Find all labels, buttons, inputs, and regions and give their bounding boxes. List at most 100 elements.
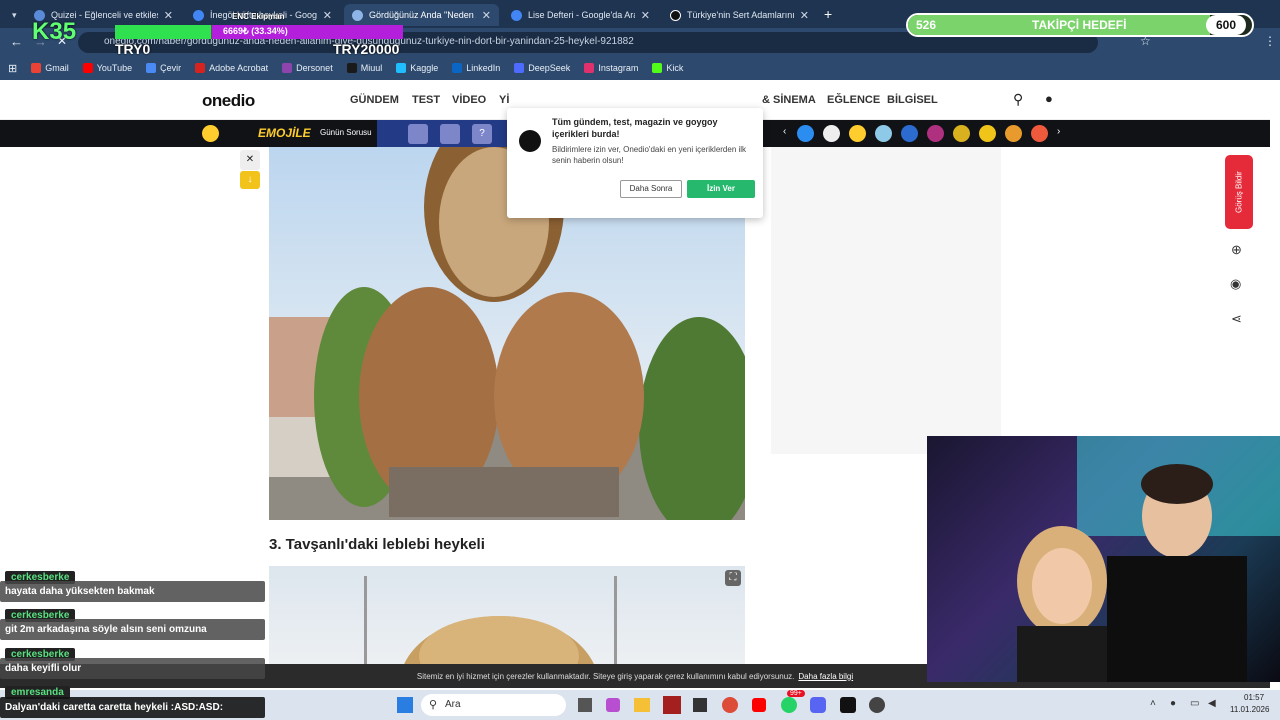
youtube-icon[interactable] — [752, 698, 766, 712]
bookmark-label: Instagram — [598, 63, 639, 73]
tab-title: Gördüğünüz Anda "Neden Allah — [369, 10, 476, 20]
nav-item[interactable]: & SİNEMA — [762, 94, 816, 106]
site-favicon-icon — [352, 9, 363, 21]
back-arrow-icon[interactable]: ← — [10, 34, 23, 49]
site-logo[interactable]: onedio — [202, 91, 255, 111]
new-tab-button[interactable]: + — [824, 6, 832, 22]
bookmark[interactable]: LinkedIn — [452, 63, 500, 73]
comments-icon[interactable]: ◉ — [1230, 276, 1241, 292]
chevron-up-icon[interactable]: ˄ — [1150, 698, 1156, 709]
volume-icon[interactable]: ◀ — [1208, 698, 1216, 709]
user-icon[interactable]: ● — [1045, 91, 1053, 106]
browser-tab[interactable]: Lise Defteri - Google'da Ara ✕ — [503, 4, 658, 26]
capcut-icon[interactable] — [840, 697, 856, 713]
chrome-icon[interactable] — [722, 697, 738, 713]
donation-max: TRY20000 — [333, 41, 400, 57]
search-icon[interactable]: ⚲ — [1013, 91, 1023, 108]
story-circle-icon[interactable] — [823, 125, 840, 142]
clock-date[interactable]: 11.01.2026 — [1230, 705, 1269, 714]
feedback-button[interactable]: Görüş Bildir — [1225, 155, 1253, 229]
settings-icon[interactable] — [869, 697, 885, 713]
bookmark[interactable]: Kick — [652, 63, 683, 73]
bookmark[interactable]: Adobe Acrobat — [195, 63, 268, 73]
chat-message: Dalyan'daki caretta caretta heykeli :ASD… — [0, 697, 265, 718]
story-circle-icon[interactable] — [797, 125, 814, 142]
story-circle-icon[interactable] — [953, 125, 970, 142]
bookmark[interactable]: Instagram — [584, 63, 638, 73]
apps-grid-icon[interactable]: ⊞ — [8, 62, 17, 75]
browser-tab-active[interactable]: Gördüğünüz Anda "Neden Allah ✕ — [344, 4, 499, 26]
popup-title: Tüm gündem, test, magazin ve goygoy içer… — [552, 117, 718, 139]
cookie-text: Sitemiz en iyi hizmet için çerezler kull… — [416, 671, 795, 681]
bookmark[interactable]: Çevir — [146, 63, 181, 73]
story-circle-icon[interactable] — [979, 125, 996, 142]
nav-item[interactable]: Yİ — [499, 94, 509, 106]
notification-popup: Tüm gündem, test, magazin ve goygoy içer… — [507, 108, 763, 218]
tab-title: Lise Defteri - Google'da Ara — [528, 10, 635, 20]
story-circle-icon[interactable] — [927, 125, 944, 142]
copilot-icon[interactable] — [606, 698, 620, 712]
onedio-logo-icon — [519, 130, 541, 152]
story-circle-icon[interactable] — [875, 125, 892, 142]
store-icon[interactable] — [693, 698, 707, 712]
cookie-more-link[interactable]: Daha fazla bilgi — [798, 672, 853, 681]
share-icon[interactable]: ⋖ — [1231, 311, 1242, 327]
close-tab-icon[interactable]: ✕ — [641, 9, 650, 22]
browser-tab[interactable]: Türkiye'nin Sert Adamlarının Çı ✕ — [662, 4, 817, 26]
task-view-icon[interactable] — [578, 698, 592, 712]
bookmark-add-icon[interactable]: ⊕ — [1231, 242, 1242, 258]
kick-icon — [652, 63, 663, 73]
download-icon[interactable]: ↓ — [240, 171, 260, 189]
whatsapp-icon[interactable] — [781, 697, 797, 713]
translate-icon — [146, 63, 157, 73]
file-explorer-icon[interactable] — [634, 698, 650, 712]
bookmark-label: Çevir — [160, 63, 182, 73]
follower-goal-bar: 526 TAKİPÇİ HEDEFİ 600 — [906, 13, 1254, 37]
taskbar-search[interactable]: ⚲ Ara — [421, 694, 566, 716]
donation-progress-fill — [115, 25, 212, 39]
bookmark[interactable]: Miuul — [346, 63, 382, 73]
later-button[interactable]: Daha Sonra — [620, 180, 682, 198]
ad-placeholder — [771, 147, 1001, 454]
emoji-icon[interactable] — [202, 125, 219, 142]
story-circle-icon[interactable] — [1031, 125, 1048, 142]
daily-question-link[interactable]: Günün Sorusu — [320, 128, 372, 137]
story-circle-icon[interactable] — [901, 125, 918, 142]
nav-item[interactable]: EĞLENCE — [827, 94, 880, 106]
nav-item[interactable]: VİDEO — [452, 94, 486, 106]
allow-button[interactable]: İzin Ver — [687, 180, 755, 198]
menu-icon[interactable]: ⋮ — [1264, 34, 1276, 48]
bookmark[interactable]: Gmail — [31, 63, 69, 73]
bookmark-label: YouTube — [96, 63, 133, 73]
clock-time[interactable]: 01:57 — [1244, 693, 1264, 702]
discord-icon[interactable] — [810, 697, 826, 713]
nav-item[interactable]: BİLGİSEL — [887, 94, 938, 106]
bookmark[interactable]: Dersonet — [282, 63, 333, 73]
search-icon: ⚲ — [429, 699, 438, 711]
expand-icon[interactable]: ⛶ — [725, 570, 741, 586]
nav-item[interactable]: GÜNDEM — [350, 94, 399, 106]
emojile-logo[interactable]: EMOJİLE — [258, 126, 311, 140]
chat-message: daha keyifli olur — [0, 658, 265, 679]
bookmark[interactable]: YouTube — [82, 63, 133, 73]
bookmark[interactable]: DeepSeek — [514, 63, 570, 73]
x-share-icon[interactable]: ✕ — [240, 150, 260, 170]
webcam-feed — [927, 436, 1280, 682]
microphone-icon[interactable]: ● — [1170, 698, 1176, 709]
close-tab-icon[interactable]: ✕ — [164, 9, 173, 22]
story-circle-icon[interactable] — [849, 125, 866, 142]
search-placeholder: Ara — [445, 699, 461, 710]
popup-body: Bildirimlere izin ver, Onedio'daki en ye… — [552, 145, 747, 165]
monitor-icon[interactable]: ▭ — [1190, 698, 1199, 709]
nav-item[interactable]: TEST — [412, 94, 440, 106]
chevron-left-icon[interactable]: ‹ — [783, 126, 786, 137]
tab-list-button[interactable]: ▾ — [4, 4, 22, 26]
chevron-right-icon[interactable]: › — [1057, 126, 1060, 137]
close-tab-icon[interactable]: ✕ — [800, 9, 809, 22]
story-circle-icon[interactable] — [1005, 125, 1022, 142]
close-tab-icon[interactable]: ✕ — [323, 9, 332, 22]
app-icon[interactable] — [663, 696, 681, 714]
bookmark[interactable]: Kaggle — [396, 63, 438, 73]
close-tab-icon[interactable]: ✕ — [482, 9, 491, 22]
windows-start-icon[interactable] — [397, 697, 413, 713]
